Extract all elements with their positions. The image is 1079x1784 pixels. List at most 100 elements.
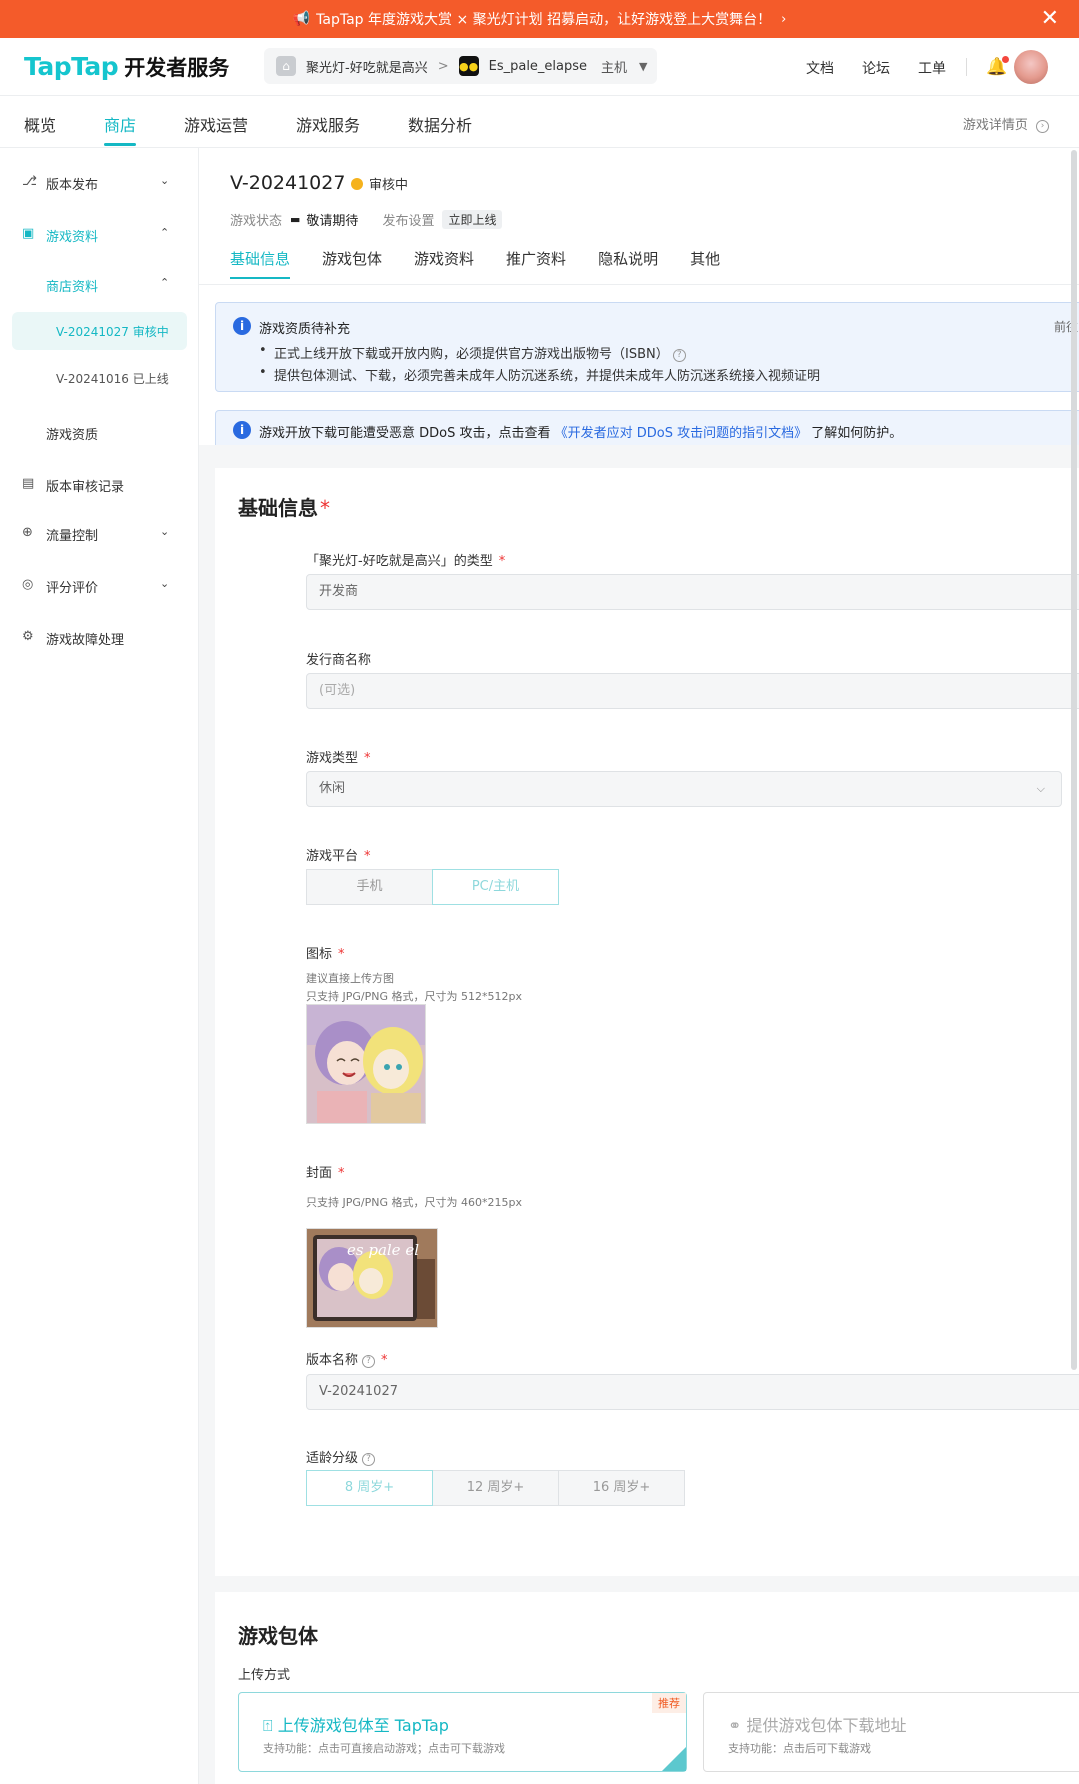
platform-label: 游戏平台 * bbox=[306, 849, 371, 864]
notice-bullet: 提供包体测试、下载，必须完善未成年人防沉迷系统，并提供未成年人防沉迷系统接入视频… bbox=[259, 365, 820, 384]
cover-hint: 只支持 JPG/PNG 格式，尺寸为 460*215px bbox=[306, 1196, 522, 1209]
ticket-link[interactable]: 工单 bbox=[918, 58, 946, 78]
project-name: 聚光灯-好吃就是高兴 bbox=[306, 60, 428, 76]
tab-package[interactable]: 游戏包体 bbox=[322, 248, 382, 284]
sidebar: ⎇ 版本发布 ⌄ ▣ 游戏资料 ⌃ 商店资料 ⌃ V-20241027 审核中 … bbox=[0, 148, 199, 1784]
chevron-up-icon: ⌃ bbox=[160, 226, 170, 239]
icon-label: 图标 * bbox=[306, 947, 345, 962]
game-detail-link[interactable]: 游戏详情页 › bbox=[963, 114, 1049, 133]
bell-icon[interactable]: 🔔 bbox=[986, 56, 1010, 77]
age-option-8[interactable]: 8 周岁+ bbox=[306, 1470, 433, 1506]
type-label: 「聚光灯-好吃就是高兴」的类型 * bbox=[306, 554, 506, 569]
project-switcher[interactable]: ⌂ 聚光灯-好吃就是高兴 > ●● Es_pale_elapse 主机 ▼ bbox=[264, 48, 657, 84]
help-icon[interactable]: ? bbox=[362, 1453, 376, 1466]
version-name-label: 版本名称? * bbox=[306, 1353, 388, 1368]
upload-to-taptap-option[interactable]: ⍐ 上传游戏包体至 TapTap 支持功能：点击可直接启动游戏；点击可下载游戏 … bbox=[238, 1692, 687, 1772]
cover-text: es pale el bbox=[347, 1241, 419, 1259]
nav-operations[interactable]: 游戏运营 bbox=[184, 112, 248, 136]
tab-divider bbox=[199, 284, 1079, 285]
tab-game-info[interactable]: 游戏资料 bbox=[414, 248, 474, 284]
platform-segment: 手机 PC/主机 bbox=[306, 869, 559, 905]
icon-image[interactable] bbox=[306, 1004, 426, 1124]
genre-select[interactable]: 休闲 ⌵ bbox=[306, 771, 1062, 807]
publisher-label: 发行商名称 bbox=[306, 653, 372, 668]
url-option-title: ⚭ 提供游戏包体下载地址 bbox=[728, 1716, 907, 1735]
qualification-notice: i 游戏资质待补充 前往 正式上线开放下载或开放内购，必须提供官方游戏出版物号（… bbox=[215, 302, 1079, 392]
tab-basic-info[interactable]: 基础信息 bbox=[230, 248, 291, 284]
repair-icon: ⚙ bbox=[22, 629, 34, 644]
upload-option-desc: 支持功能：点击可直接启动游戏；点击可下载游戏 bbox=[263, 1742, 505, 1755]
link-icon: ⚭ bbox=[728, 1716, 742, 1735]
state-value: 敬请期待 bbox=[306, 214, 359, 229]
home-icon: ⌂ bbox=[276, 56, 296, 76]
tab-other[interactable]: 其他 bbox=[690, 248, 720, 284]
download-url-option[interactable]: ⚭ 提供游戏包体下载地址 支持功能：点击后可下载游戏 bbox=[703, 1692, 1079, 1772]
help-icon[interactable]: ? bbox=[672, 349, 686, 362]
help-icon[interactable]: ? bbox=[362, 1355, 376, 1368]
nav-store[interactable]: 商店 bbox=[104, 112, 137, 146]
main-content: V-20241027 审核中 游戏状态 ▬ 敬请期待 发布设置 立即上线 基础信息… bbox=[199, 148, 1079, 1784]
nav-analytics[interactable]: 数据分析 bbox=[408, 112, 472, 136]
game-name: Es_pale_elapse bbox=[488, 58, 588, 74]
monitor-icon: ▬ bbox=[290, 213, 301, 226]
publisher-input[interactable]: (可选) bbox=[306, 673, 1079, 709]
tab-privacy[interactable]: 隐私说明 bbox=[598, 248, 658, 284]
upload-method-label: 上传方式 bbox=[238, 1668, 291, 1683]
status-row: 游戏状态 ▬ 敬请期待 发布设置 立即上线 bbox=[230, 210, 503, 229]
version-name-input[interactable]: V-20241027 bbox=[306, 1374, 1079, 1410]
notice-title: 游戏资质待补充 bbox=[259, 322, 351, 337]
info-icon: i bbox=[233, 421, 251, 439]
target-icon: ⊕ bbox=[22, 525, 33, 540]
megaphone-icon: 📢 bbox=[292, 11, 311, 27]
promo-banner[interactable]: 📢 TapTap 年度游戏大赏 × 聚光灯计划 招募启动，让好游戏登上大赏舞台！… bbox=[0, 0, 1079, 38]
type-select[interactable]: 开发商⌵ bbox=[306, 574, 1079, 610]
nav-services[interactable]: 游戏服务 bbox=[296, 112, 360, 136]
chevron-down-icon: ⌄ bbox=[160, 174, 170, 187]
check-corner-icon bbox=[662, 1747, 686, 1771]
section-title: 游戏包体 bbox=[238, 1624, 318, 1648]
icon-hint: 建议直接上传方图 bbox=[306, 972, 394, 985]
store-icon: ▣ bbox=[22, 226, 35, 241]
clock-icon bbox=[351, 177, 363, 190]
basic-info-card: 基础信息* 「聚光灯-好吃就是高兴」的类型* 开发商⌵ 发行商名称 (可选) 游… bbox=[215, 468, 1079, 1576]
ddos-guide-link[interactable]: 《开发者应对 DDoS 攻击问题的指引文档》 bbox=[555, 426, 808, 441]
chevron-down-icon: ⌄ bbox=[160, 525, 170, 538]
avatar[interactable] bbox=[1014, 50, 1048, 84]
platform-label: 主机 bbox=[601, 60, 628, 76]
docs-link[interactable]: 文档 bbox=[806, 58, 834, 78]
section-title: 基础信息 * bbox=[238, 496, 330, 520]
banner-text[interactable]: TapTap 年度游戏大赏 × 聚光灯计划 招募启动，让好游戏登上大赏舞台！ bbox=[316, 9, 771, 29]
version-title: V-20241027 bbox=[230, 172, 346, 194]
caret-down-icon[interactable]: ▼ bbox=[639, 60, 647, 73]
top-nav: 概览 商店 游戏运营 游戏服务 数据分析 游戏详情页 › bbox=[0, 96, 1079, 148]
publish-value: 立即上线 bbox=[442, 210, 503, 229]
age-rating-segment: 8 周岁+ 12 周岁+ 16 周岁+ bbox=[306, 1470, 685, 1506]
notice-bullet: 正式上线开放下载或开放内购，必须提供官方游戏出版物号（ISBN）? bbox=[259, 343, 686, 362]
age-option-12[interactable]: 12 周岁+ bbox=[432, 1470, 559, 1506]
package-card: 游戏包体 上传方式 ⍐ 上传游戏包体至 TapTap 支持功能：点击可直接启动游… bbox=[215, 1592, 1079, 1784]
age-option-16[interactable]: 16 周岁+ bbox=[558, 1470, 685, 1506]
tab-promo[interactable]: 推广资料 bbox=[506, 248, 566, 284]
genre-label: 游戏类型 * bbox=[306, 751, 371, 766]
forum-link[interactable]: 论坛 bbox=[862, 58, 890, 78]
platform-option-mobile[interactable]: 手机 bbox=[306, 869, 433, 905]
nav-overview[interactable]: 概览 bbox=[24, 112, 56, 136]
cover-image[interactable]: es pale el bbox=[306, 1228, 438, 1328]
logo[interactable]: TapTap 开发者服务 bbox=[24, 52, 229, 82]
game-icon: ●● bbox=[458, 56, 479, 76]
platform-option-pc[interactable]: PC/主机 bbox=[432, 869, 559, 905]
arrow-circle-icon: › bbox=[1036, 120, 1049, 133]
url-option-desc: 支持功能：点击后可下载游戏 bbox=[728, 1742, 871, 1755]
notification-dot bbox=[1002, 56, 1010, 63]
close-icon[interactable]: ✕ bbox=[1041, 6, 1059, 32]
chevron-down-icon: ⌄ bbox=[160, 577, 170, 590]
recommended-badge: 推荐 bbox=[652, 1693, 686, 1713]
age-rating-label: 适龄分级? bbox=[306, 1447, 376, 1466]
cover-label: 封面 * bbox=[306, 1166, 345, 1181]
upload-icon: ⍐ bbox=[263, 1716, 273, 1735]
scrollbar[interactable] bbox=[1071, 150, 1077, 1370]
publish-label: 发布设置 bbox=[382, 214, 435, 229]
divider bbox=[966, 58, 967, 76]
ddos-notice: i 游戏开放下载可能遭受恶意 DDoS 攻击，点击查看 《开发者应对 DDoS … bbox=[215, 410, 1079, 450]
status-badge: 审核中 bbox=[351, 174, 408, 193]
